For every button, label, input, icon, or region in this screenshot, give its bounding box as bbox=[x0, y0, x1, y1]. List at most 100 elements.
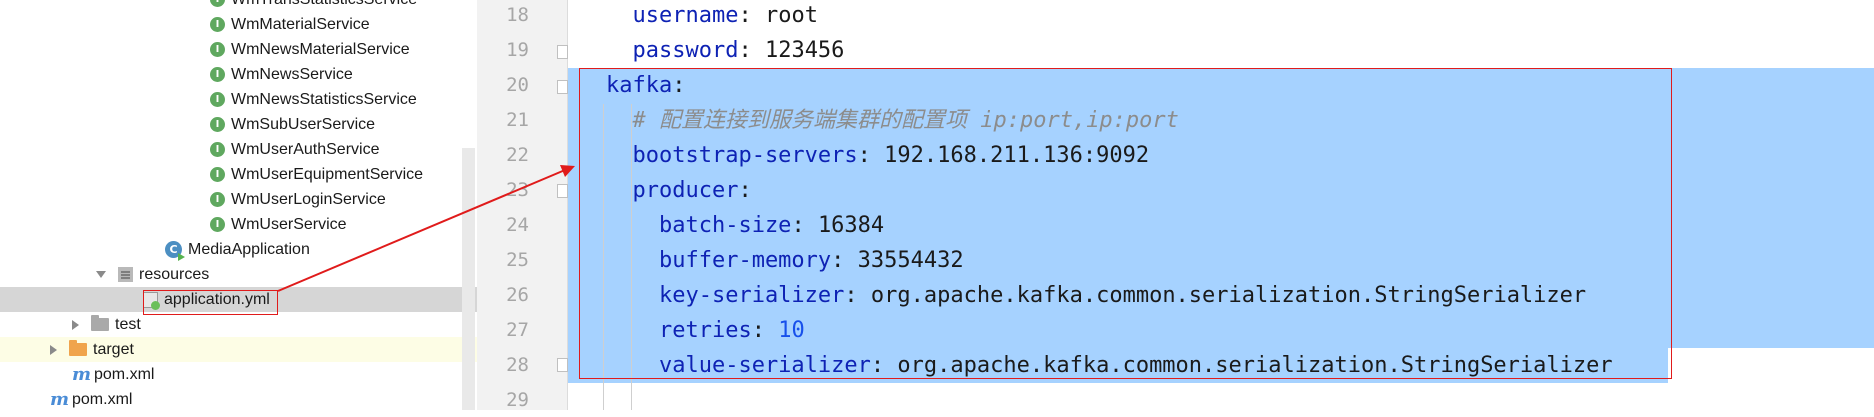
code-token: 10 bbox=[778, 318, 805, 343]
tree-row[interactable]: m pom.xml bbox=[0, 387, 477, 410]
code-line[interactable]: # 配置连接到服务端集群的配置项 ip:port,ip:port bbox=[568, 103, 1874, 138]
code-line[interactable]: buffer-memory: 33554432 bbox=[568, 243, 1874, 278]
code-editor[interactable]: username: root password: 123456 kafka: # … bbox=[568, 0, 1874, 410]
line-number: 21 bbox=[506, 109, 529, 131]
interface-icon: I bbox=[210, 67, 225, 82]
line-number: 18 bbox=[506, 4, 529, 26]
line-number: 28 bbox=[506, 354, 529, 376]
code-token: kafka bbox=[606, 73, 673, 98]
code-token: 16384 bbox=[817, 213, 885, 238]
line-number-gutter: 18 19 20 21 22 23 24 25 26 27 28 29 bbox=[477, 0, 568, 411]
code-token: : bbox=[857, 143, 885, 168]
line-number: 24 bbox=[506, 214, 529, 236]
interface-icon: I bbox=[210, 217, 225, 232]
tree-row[interactable]: target bbox=[0, 337, 477, 362]
interface-icon: I bbox=[210, 92, 225, 107]
fold-marker-icon[interactable] bbox=[557, 80, 568, 94]
code-token: retries bbox=[606, 318, 752, 343]
code-token: value-serializer bbox=[606, 353, 871, 378]
code-token: key-serializer bbox=[606, 283, 845, 308]
folder-icon bbox=[91, 315, 109, 331]
interface-icon: I bbox=[210, 117, 225, 132]
code-token: bootstrap-servers bbox=[606, 143, 858, 168]
tree-item-label: pom.xml bbox=[72, 391, 133, 408]
code-token: buffer-memory bbox=[606, 248, 832, 273]
tree-item-label: WmUserLoginService bbox=[231, 191, 386, 208]
line-number: 26 bbox=[506, 284, 529, 306]
code-line[interactable]: username: root bbox=[568, 0, 1874, 33]
maven-icon: m bbox=[72, 364, 92, 385]
tree-row[interactable]: I WmUserEquipmentService bbox=[0, 162, 477, 187]
code-line[interactable]: bootstrap-servers: 192.168.211.136:9092 bbox=[568, 138, 1874, 173]
code-token: : bbox=[738, 178, 752, 203]
code-line[interactable]: kafka: bbox=[568, 68, 1874, 103]
tree-row[interactable]: C MediaApplication bbox=[0, 237, 477, 262]
code-token: producer bbox=[606, 178, 739, 203]
line-number: 25 bbox=[506, 249, 529, 271]
code-line[interactable]: batch-size: 16384 bbox=[568, 208, 1874, 243]
code-token: root bbox=[764, 3, 818, 28]
line-number: 29 bbox=[506, 389, 529, 411]
tree-row[interactable]: resources bbox=[0, 262, 477, 287]
code-line[interactable]: key-serializer: org.apache.kafka.common.… bbox=[568, 278, 1874, 313]
tree-row[interactable]: m pom.xml bbox=[0, 362, 477, 387]
code-token: : bbox=[791, 213, 818, 238]
indent-guide bbox=[603, 104, 604, 410]
code-line[interactable]: password: 123456 bbox=[568, 33, 1874, 68]
interface-icon: I bbox=[210, 192, 225, 207]
tree-row[interactable]: I WmNewsMaterialService bbox=[0, 37, 477, 62]
fold-marker-icon[interactable] bbox=[557, 184, 568, 198]
maven-icon: m bbox=[50, 389, 70, 410]
code-token: username bbox=[606, 3, 739, 28]
code-token: 192.168.211.136:9092 bbox=[884, 143, 1150, 168]
tree-item-label: WmNewsStatisticsService bbox=[231, 91, 417, 108]
tree-row[interactable]: I WmNewsService bbox=[0, 62, 477, 87]
code-token: : bbox=[844, 283, 871, 308]
line-number: 23 bbox=[506, 179, 529, 201]
code-token: # 配置连接到服务端集群的配置项 ip:port,ip:port bbox=[606, 108, 1179, 133]
code-line[interactable]: retries: 10 bbox=[568, 313, 1874, 348]
tree-item-label: test bbox=[115, 316, 141, 333]
tree-item-label: WmMaterialService bbox=[231, 16, 370, 33]
tree-item-label: MediaApplication bbox=[188, 241, 310, 258]
interface-icon: I bbox=[210, 167, 225, 182]
code-token: : bbox=[738, 38, 765, 63]
indent-guide bbox=[631, 104, 632, 410]
fold-marker-icon[interactable] bbox=[557, 45, 568, 59]
tree-item-label: pom.xml bbox=[94, 366, 155, 383]
code-token: : bbox=[738, 3, 765, 28]
tree-item-label: resources bbox=[139, 266, 210, 283]
line-number: 19 bbox=[506, 39, 529, 61]
tree-item-label: WmUserAuthService bbox=[231, 141, 380, 158]
tree-row[interactable]: I WmUserLoginService bbox=[0, 187, 477, 212]
code-line[interactable]: producer: bbox=[568, 173, 1874, 208]
tree-row[interactable]: test bbox=[0, 312, 477, 337]
code-token: : bbox=[751, 318, 779, 343]
tree-item-label: WmUserEquipmentService bbox=[231, 166, 424, 183]
tree-item-label: WmNewsMaterialService bbox=[231, 41, 410, 58]
tree-row[interactable]: I WmTransStatisticsService bbox=[0, 0, 477, 12]
line-number: 20 bbox=[506, 74, 529, 96]
tree-row[interactable]: I WmSubUserService bbox=[0, 112, 477, 137]
interface-icon: I bbox=[210, 142, 225, 157]
code-token: batch-size bbox=[606, 213, 792, 238]
project-tree: I WmTransStatisticsService I WmMaterialServ… bbox=[0, 0, 477, 410]
code-line[interactable] bbox=[568, 383, 1874, 410]
code-line[interactable]: value-serializer: org.apache.kafka.commo… bbox=[568, 348, 1874, 383]
tree-scrollbar[interactable] bbox=[462, 148, 475, 410]
tree-row[interactable]: I WmMaterialService bbox=[0, 12, 477, 37]
expand-arrow-icon[interactable] bbox=[96, 271, 106, 278]
interface-icon: I bbox=[210, 17, 225, 32]
folder-icon bbox=[69, 340, 87, 356]
fold-marker-icon[interactable] bbox=[557, 358, 568, 372]
tree-item-label: WmSubUserService bbox=[231, 116, 376, 133]
tree-row[interactable]: I WmUserAuthService bbox=[0, 137, 477, 162]
tree-row[interactable]: I WmUserService bbox=[0, 212, 477, 237]
code-token: : bbox=[672, 73, 686, 98]
line-number: 27 bbox=[506, 319, 529, 341]
code-token: : bbox=[870, 353, 898, 378]
collapse-arrow-icon[interactable] bbox=[72, 319, 79, 330]
collapse-arrow-icon[interactable] bbox=[50, 344, 57, 355]
code-token: org.apache.kafka.common.serialization.St… bbox=[870, 283, 1587, 308]
tree-row[interactable]: I WmNewsStatisticsService bbox=[0, 87, 477, 112]
